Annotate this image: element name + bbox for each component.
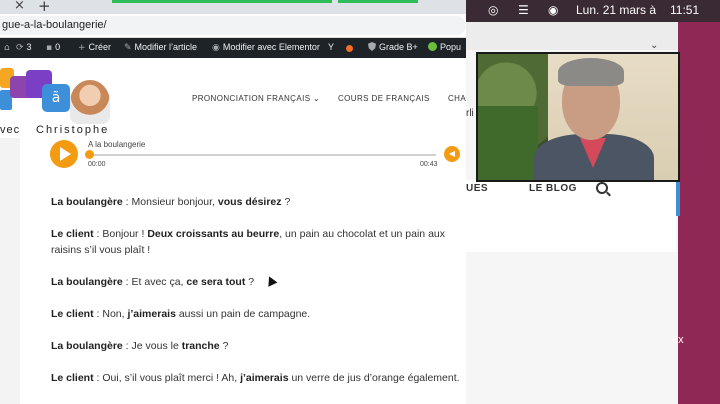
wp-admin-bar: ⌂ ⟳ 3 ▪ 0 + Créer ✎ Modifier l’article ◉ Modi… (0, 38, 466, 58)
siri-icon[interactable]: ◉ (548, 3, 558, 17)
nav-partial[interactable]: CHA (448, 94, 466, 103)
background-side-text: rli (466, 108, 474, 119)
track-title: A la boulangerie (88, 140, 146, 149)
webcam-hedge (478, 106, 538, 180)
home-icon[interactable]: ⌂ (4, 42, 13, 53)
total-time: 00:43 (420, 161, 438, 168)
elementor-item[interactable]: ◉ Modifier avec Elementor (212, 42, 320, 53)
mac-menu-bar: ◎ ☰ ◉ Lun. 21 mars à 11:51 (466, 0, 720, 22)
nav-pronunciation[interactable]: PRONONCIATION FRANÇAIS ⌄ (192, 94, 320, 103)
grade-label: Grade B+ (379, 42, 418, 52)
new-content-item[interactable]: + Créer (78, 42, 111, 53)
menu-bar-date[interactable]: Lun. 21 mars à (576, 3, 656, 17)
popup-item[interactable]: Popu (428, 42, 461, 52)
control-center-icon[interactable]: ☰ (518, 3, 529, 17)
yoast-icon: Y (328, 42, 335, 52)
search-icon[interactable] (596, 182, 608, 194)
background-nav-blog[interactable]: LE BLOG (529, 183, 577, 194)
seo-status-dot (346, 44, 353, 54)
dialogue-line: Le client : Oui, s’il vous plaît merci !… (51, 372, 460, 384)
logo-text-right: Christophe (36, 124, 110, 136)
popup-label: Popu (440, 42, 462, 52)
volume-icon[interactable]: ◀ (444, 146, 460, 162)
audio-player: A la boulangerie 00:00 00:43 ◀ (50, 140, 464, 170)
address-bar: gue-a-la-boulangerie/ (0, 14, 466, 38)
comments-count: 0 (55, 42, 61, 52)
background-accent (676, 180, 680, 216)
popup-icon (428, 42, 437, 51)
tab-active-indicator (112, 0, 332, 3)
edit-article-label: Modifier l’article (134, 42, 198, 52)
browser-tab-strip: × + (0, 0, 466, 15)
article-content (20, 138, 466, 404)
url-field[interactable]: gue-a-la-boulangerie/ (0, 16, 466, 35)
plus-icon: + (78, 43, 86, 53)
dialogue-line: Le client : Bonjour ! Deux croissants au… (51, 228, 445, 256)
dialogue-line: La boulangère : Je vous le tranche ? (51, 340, 229, 352)
site-header: ã vec Christophe PRONONCIATION FRANÇAIS … (0, 58, 466, 138)
dialogue-line: La boulangère : Monsieur bonjour, vous d… (51, 196, 291, 208)
airdrop-icon[interactable]: ◎ (488, 3, 498, 17)
menu-bar-time[interactable]: 11:51 (670, 3, 699, 17)
background-window-toolbar (466, 22, 678, 50)
elementor-label: Modifier avec Elementor (222, 42, 320, 52)
comments-item[interactable]: ▪ 0 (46, 42, 60, 53)
tab-active-indicator-2 (338, 0, 418, 3)
webcam-person-hair (558, 58, 624, 86)
refresh-icon: ⟳ (16, 43, 24, 53)
nav-courses[interactable]: COURS DE FRANÇAIS (338, 94, 430, 103)
pencil-icon: ✎ (124, 43, 132, 53)
logo-text-left: vec (0, 124, 21, 136)
new-tab-icon[interactable]: + (38, 0, 51, 15)
logo-glyph: ã (42, 84, 70, 112)
grade-item[interactable]: Grade B+ (368, 42, 418, 52)
dialogue-line: La boulangère : Et avec ça, ce sera tout… (51, 276, 255, 288)
new-label: Créer (88, 42, 112, 52)
comment-icon: ▪ (46, 43, 53, 53)
background-nav-partial[interactable]: UES (466, 183, 488, 194)
elementor-icon: ◉ (212, 43, 220, 53)
background-aux-text: ux (672, 334, 684, 346)
updates-item[interactable]: ⟳ 3 (16, 42, 32, 53)
url-text: gue-a-la-boulangerie/ (2, 19, 107, 31)
chevron-down-icon[interactable]: ⌄ (650, 40, 658, 51)
progress-bar[interactable] (88, 154, 436, 156)
updates-count: 3 (26, 42, 32, 52)
progress-knob[interactable] (85, 150, 94, 159)
play-button[interactable] (50, 140, 78, 168)
dialogue-line: Le client : Non, j’aimerais aussi un pai… (51, 308, 311, 320)
logo-avatar (70, 80, 110, 124)
current-time: 00:00 (88, 161, 106, 168)
edit-article-item[interactable]: ✎ Modifier l’article (124, 42, 197, 53)
site-logo[interactable]: ã vec Christophe (0, 64, 118, 140)
webcam-overlay (476, 52, 680, 182)
close-tab-icon[interactable]: × (14, 0, 25, 13)
yoast-item[interactable]: Y (328, 42, 334, 52)
shield-icon (368, 42, 376, 51)
